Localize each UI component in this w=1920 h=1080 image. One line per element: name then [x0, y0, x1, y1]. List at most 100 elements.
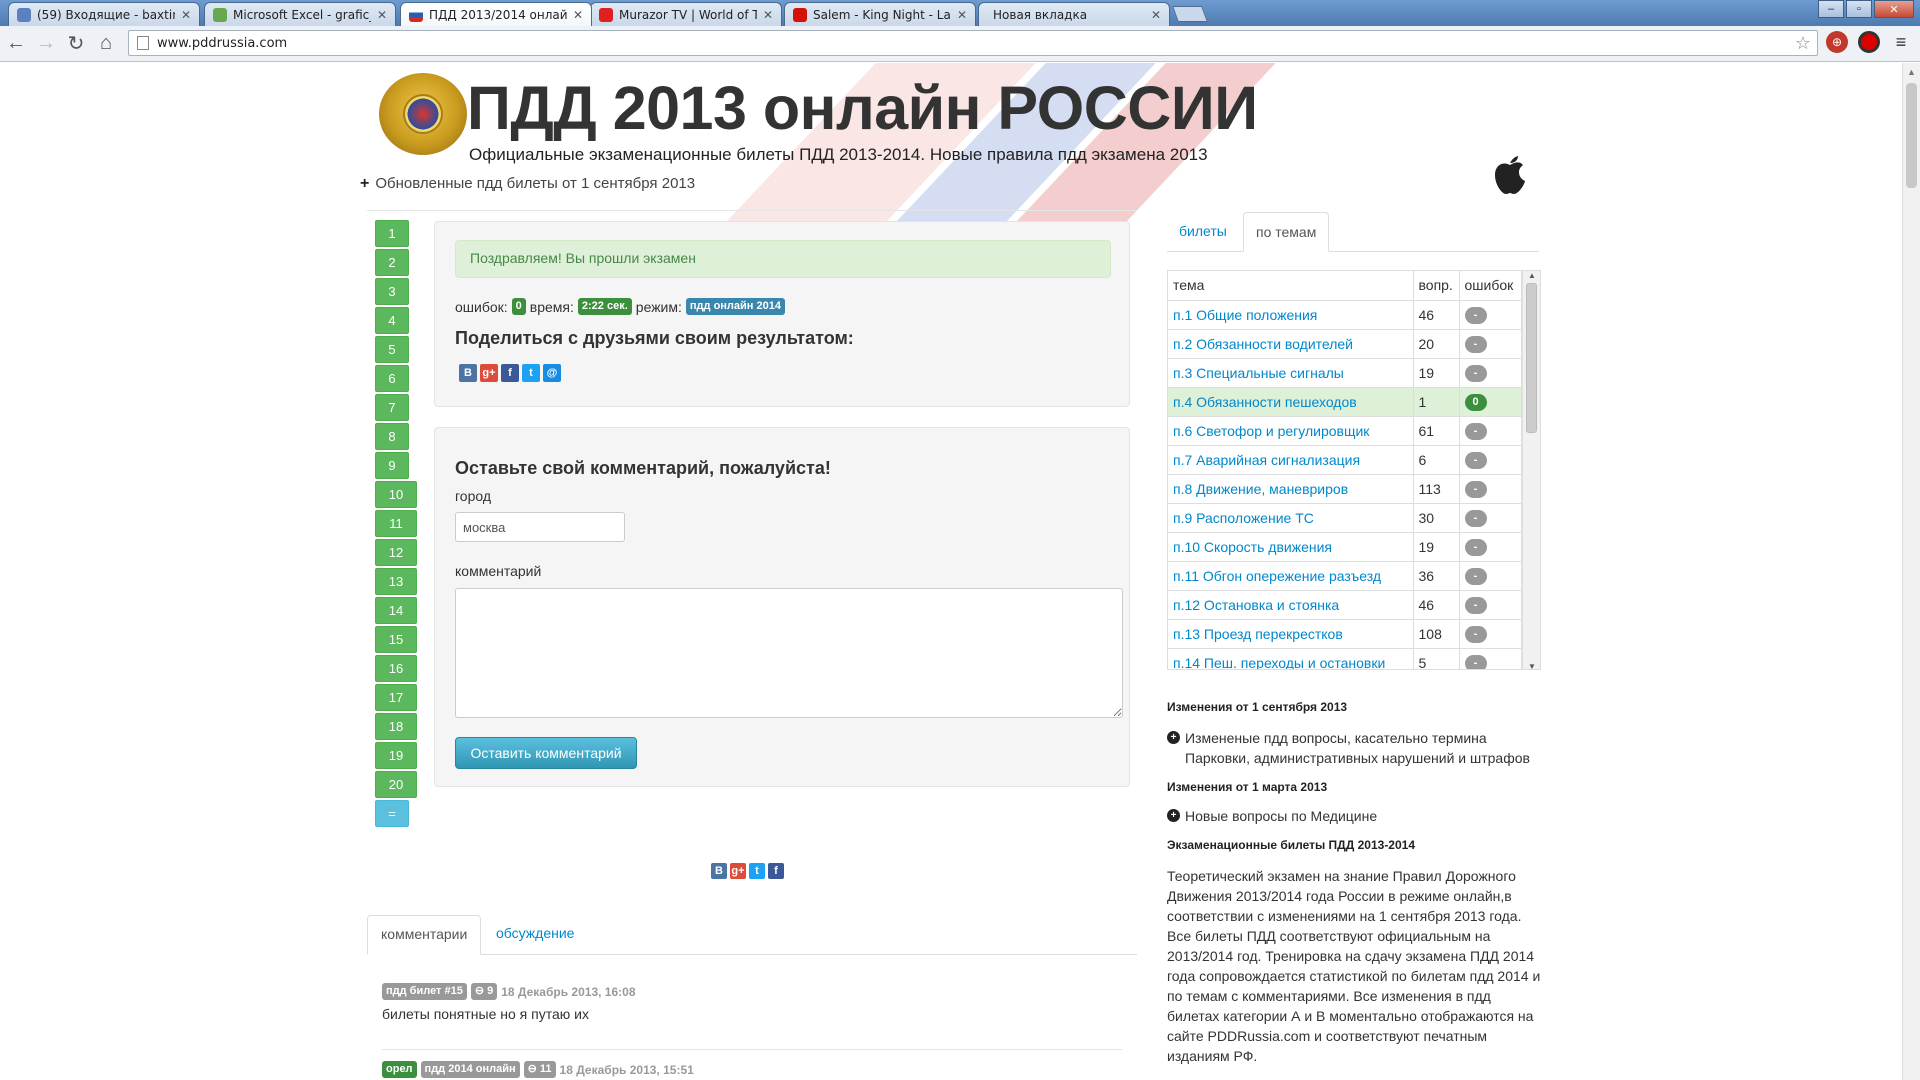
table-row[interactable]: п.7 Аварийная сигнализация 6 -: [1168, 445, 1522, 475]
topic-link[interactable]: п.13 Проезд перекрестков: [1168, 619, 1414, 649]
page-scrollbar[interactable]: ▲: [1902, 63, 1920, 1080]
table-row[interactable]: п.1 Общие положения 46 -: [1168, 300, 1522, 330]
topic-link[interactable]: п.3 Специальные сигналы: [1168, 358, 1414, 388]
browser-tab-youtube[interactable]: Murazor TV | World of Tar ✕: [590, 2, 782, 26]
ticket-1[interactable]: 1: [375, 220, 409, 247]
facebook-icon[interactable]: f: [501, 364, 519, 382]
ticket-exam[interactable]: =: [375, 800, 409, 827]
extension-record-icon[interactable]: [1858, 31, 1880, 53]
ticket-5[interactable]: 5: [375, 336, 409, 363]
table-row-highlighted[interactable]: п.4 Обязанности пешеходов 1 0: [1168, 387, 1522, 417]
tab-close-icon[interactable]: ✕: [181, 8, 191, 22]
topic-link[interactable]: п.2 Обязанности водителей: [1168, 329, 1414, 359]
ticket-17[interactable]: 17: [375, 684, 417, 711]
vk-icon[interactable]: В: [711, 863, 727, 879]
table-row[interactable]: п.8 Движение, маневриров 113 -: [1168, 474, 1522, 504]
ticket-11[interactable]: 11: [375, 510, 417, 537]
table-row[interactable]: п.13 Проезд перекрестков 108 -: [1168, 619, 1522, 649]
topic-link[interactable]: п.1 Общие положения: [1168, 300, 1414, 330]
ticket-2[interactable]: 2: [375, 249, 409, 276]
ticket-15[interactable]: 15: [375, 626, 417, 653]
ticket-18[interactable]: 18: [375, 713, 417, 740]
ticket-7[interactable]: 7: [375, 394, 409, 421]
ticket-6[interactable]: 6: [375, 365, 409, 392]
scrollbar-thumb[interactable]: [1526, 283, 1537, 433]
scroll-up-arrow-icon[interactable]: ▲: [1528, 271, 1536, 280]
tab-discussion[interactable]: обсуждение: [483, 915, 587, 955]
menu-icon[interactable]: ≡: [1890, 31, 1912, 53]
comment-textarea[interactable]: [455, 588, 1123, 718]
ticket-20[interactable]: 20: [375, 771, 417, 798]
browser-tab-pdd[interactable]: ПДД 2013/2014 онлайн. Б ✕: [400, 2, 592, 26]
topic-link[interactable]: п.6 Светофор и регулировщик: [1168, 416, 1414, 446]
table-row[interactable]: п.12 Остановка и стоянка 46 -: [1168, 590, 1522, 620]
topic-link[interactable]: п.11 Обгон опережение разъезд: [1168, 561, 1414, 591]
tab-topics[interactable]: по темам: [1243, 212, 1330, 252]
tab-close-icon[interactable]: ✕: [573, 8, 583, 22]
updated-note[interactable]: + Обновленные пдд билеты от 1 сентября 20…: [360, 175, 695, 193]
topics-scrollbar[interactable]: ▲ ▼: [1522, 271, 1540, 669]
ticket-10[interactable]: 10: [375, 481, 417, 508]
ticket-13[interactable]: 13: [375, 568, 417, 595]
bookmark-star-icon[interactable]: ☆: [1795, 33, 1811, 54]
topic-link[interactable]: п.8 Движение, маневриров: [1168, 474, 1414, 504]
table-row[interactable]: п.3 Специальные сигналы 19 -: [1168, 358, 1522, 388]
topic-link[interactable]: п.4 Обязанности пешеходов: [1168, 387, 1414, 417]
tab-tickets[interactable]: билеты: [1167, 212, 1239, 252]
ticket-8[interactable]: 8: [375, 423, 409, 450]
browser-tab-lastfm[interactable]: Salem - King Night - Last.f ✕: [784, 2, 976, 26]
back-arrow-icon[interactable]: ←: [2, 30, 30, 58]
browser-tab-excel[interactable]: Microsoft Excel - grafic_Д ✕: [204, 2, 396, 26]
browser-tab-newtab[interactable]: Новая вкладка ✕: [978, 2, 1170, 26]
table-row[interactable]: п.11 Обгон опережение разъезд 36 -: [1168, 561, 1522, 591]
city-input[interactable]: [455, 512, 625, 542]
tab-comments[interactable]: комментарии: [367, 915, 482, 955]
ticket-3[interactable]: 3: [375, 278, 409, 305]
reload-icon[interactable]: ↻: [62, 30, 90, 58]
table-row[interactable]: п.14 Пеш. переходы и остановки 5 -: [1168, 648, 1522, 669]
table-row[interactable]: п.9 Расположение ТС 30 -: [1168, 503, 1522, 533]
ticket-12[interactable]: 12: [375, 539, 417, 566]
comment-tag[interactable]: пдд 2014 онлайн: [420, 1061, 520, 1078]
twitter-icon[interactable]: t: [522, 364, 540, 382]
topic-link[interactable]: п.9 Расположение ТС: [1168, 503, 1414, 533]
topic-link[interactable]: п.14 Пеш. переходы и остановки: [1168, 648, 1414, 669]
browser-tab-gmail[interactable]: (59) Входящие - baxtin_ar ✕: [8, 2, 200, 26]
table-row[interactable]: п.2 Обязанности водителей 20 -: [1168, 329, 1522, 359]
new-tab-button[interactable]: [1172, 6, 1208, 22]
googleplus-icon[interactable]: g+: [730, 863, 746, 879]
scroll-down-arrow-icon[interactable]: ▼: [1528, 662, 1536, 669]
topic-link[interactable]: п.10 Скорость движения: [1168, 532, 1414, 562]
tab-close-icon[interactable]: ✕: [377, 8, 387, 22]
mailru-icon[interactable]: @: [543, 364, 561, 382]
scrollbar-thumb[interactable]: [1906, 83, 1917, 188]
topic-link[interactable]: п.12 Остановка и стоянка: [1168, 590, 1414, 620]
tab-close-icon[interactable]: ✕: [957, 8, 967, 22]
twitter-icon[interactable]: t: [749, 863, 765, 879]
submit-comment-button[interactable]: Оставить комментарий: [455, 737, 637, 769]
table-row[interactable]: п.10 Скорость движения 19 -: [1168, 532, 1522, 562]
maximize-button[interactable]: ▫: [1846, 0, 1872, 18]
apple-icon[interactable]: [1491, 151, 1529, 195]
address-bar[interactable]: www.pddrussia.com ☆: [128, 30, 1818, 56]
scroll-up-arrow-icon[interactable]: ▲: [1907, 67, 1916, 77]
extension-red-icon[interactable]: ⊕: [1826, 31, 1848, 53]
facebook-icon[interactable]: f: [768, 863, 784, 879]
tab-close-icon[interactable]: ✕: [763, 8, 773, 22]
comment-tag[interactable]: пдд билет #15: [382, 983, 467, 1000]
vk-icon[interactable]: В: [459, 364, 477, 382]
ticket-16[interactable]: 16: [375, 655, 417, 682]
ticket-14[interactable]: 14: [375, 597, 417, 624]
googleplus-icon[interactable]: g+: [480, 364, 498, 382]
home-icon[interactable]: ⌂: [92, 30, 120, 58]
ticket-19[interactable]: 19: [375, 742, 417, 769]
tab-close-icon[interactable]: ✕: [1151, 8, 1161, 22]
table-row[interactable]: п.6 Светофор и регулировщик 61 -: [1168, 416, 1522, 446]
forward-arrow-icon[interactable]: →: [32, 30, 60, 58]
close-window-button[interactable]: ✕: [1874, 0, 1914, 18]
ticket-4[interactable]: 4: [375, 307, 409, 334]
ticket-9[interactable]: 9: [375, 452, 409, 479]
minimize-button[interactable]: –: [1818, 0, 1844, 18]
topic-link[interactable]: п.7 Аварийная сигнализация: [1168, 445, 1414, 475]
comment-tag[interactable]: орел: [382, 1061, 417, 1078]
